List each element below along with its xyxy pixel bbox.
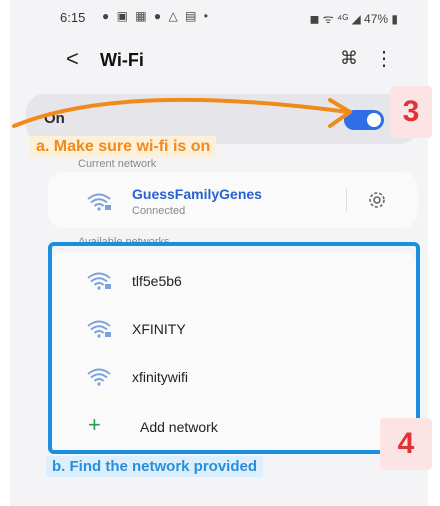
wifi-toggle-switch[interactable]	[344, 110, 384, 130]
annotation-a: a. Make sure wi-fi is on	[30, 136, 217, 158]
network-name: xfinitywifi	[132, 369, 189, 385]
annotation-b: b. Find the network provided	[46, 456, 264, 477]
app-header: < Wi-Fi ⌘ ⋮	[10, 44, 428, 76]
wifi-open-icon	[87, 368, 111, 386]
gear-icon[interactable]	[366, 189, 388, 211]
status-time: 6:15	[60, 10, 86, 25]
phone-screen: 6:15 ● ▣ ▦ ● △ ▤ • ◼ ᯤ ⁴ᴳ ◢ 47% ▮ < Wi-F…	[10, 0, 428, 506]
current-network-label: Current network	[78, 158, 157, 170]
status-right-icons: ◼ ᯤ ⁴ᴳ ◢ 47% ▮	[309, 12, 398, 26]
add-network-button[interactable]: + Add network	[48, 404, 418, 450]
current-network-card[interactable]: GuessFamilyGenes Connected	[48, 172, 418, 228]
network-name: XFINITY	[132, 321, 186, 337]
list-item[interactable]: xfinitywifi	[48, 354, 418, 400]
wifi-locked-icon	[87, 272, 111, 290]
available-networks-card: tlf5e5b6 XFINITY xfinitywifi + Add netwo…	[48, 252, 418, 452]
switch-knob	[367, 113, 381, 127]
step-callout-4: 4	[380, 418, 432, 470]
status-notification-icons: ● ▣ ▦ ● △ ▤ •	[102, 9, 210, 23]
step-callout-3: 3	[390, 86, 432, 138]
network-name: tlf5e5b6	[132, 273, 182, 289]
qr-scan-icon[interactable]: ⌘	[340, 48, 358, 69]
status-bar: 6:15 ● ▣ ▦ ● △ ▤ • ◼ ᯤ ⁴ᴳ ◢ 47% ▮	[10, 8, 428, 28]
page-title: Wi-Fi	[100, 50, 144, 70]
list-item[interactable]: tlf5e5b6	[48, 258, 418, 304]
available-networks-label: Available networks	[78, 236, 170, 248]
more-options-icon[interactable]: ⋮	[374, 46, 394, 71]
current-network-name: GuessFamilyGenes	[132, 186, 262, 202]
wifi-locked-icon	[87, 320, 111, 338]
plus-icon: +	[88, 412, 101, 437]
list-item[interactable]: XFINITY	[48, 306, 418, 352]
back-arrow-icon[interactable]: <	[66, 46, 79, 72]
wifi-locked-icon	[87, 193, 111, 211]
bottom-strip	[10, 482, 428, 506]
add-network-label: Add network	[140, 419, 218, 435]
divider	[346, 188, 347, 212]
current-network-status: Connected	[132, 205, 186, 217]
wifi-toggle-label: On	[44, 110, 65, 127]
